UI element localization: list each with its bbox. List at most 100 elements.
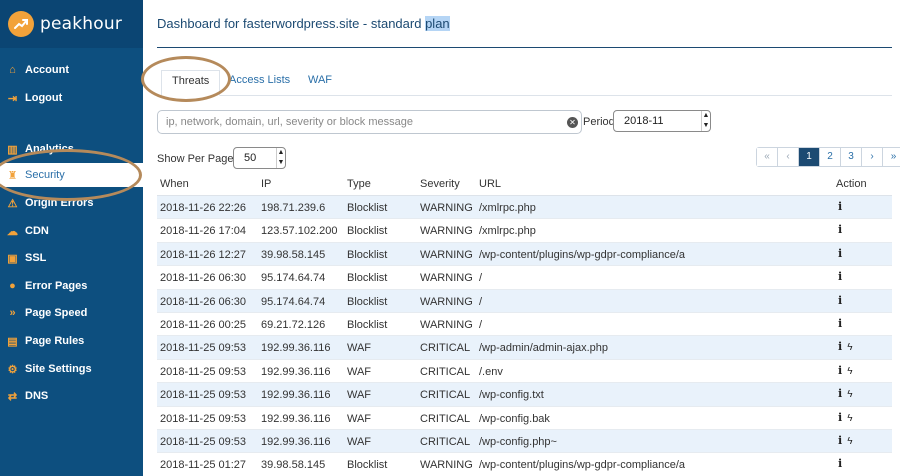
info-icon[interactable]: i [838, 247, 842, 260]
cell-ip: 192.99.36.116 [261, 412, 331, 425]
sidebar-item-security[interactable]: ♜ Security [0, 163, 143, 187]
shield-icon: ♜ [7, 169, 18, 182]
page-prev-button[interactable]: ‹ [778, 148, 799, 166]
sidebar-item-label: Site Settings [25, 363, 92, 375]
info-icon[interactable]: i [838, 340, 842, 353]
info-icon[interactable]: i [838, 457, 842, 470]
bolt-icon[interactable]: ϟ [847, 389, 852, 400]
sidebar-item-logout[interactable]: ⇥ Logout [0, 86, 143, 110]
cell-when: 2018-11-26 17:04 [160, 225, 247, 238]
cell-type: WAF [347, 435, 372, 448]
info-icon[interactable]: i [838, 387, 842, 400]
cell-severity: WARNING [420, 225, 473, 238]
bar-chart-icon: ▥ [7, 143, 18, 156]
select-arrows-icon: ▲ ▼ [276, 148, 285, 168]
cell-severity: WARNING [420, 272, 473, 285]
page-next-button[interactable]: › [862, 148, 883, 166]
sidebar-item-site-settings[interactable]: ⚙ Site Settings [0, 357, 143, 381]
sidebar-item-analytics[interactable]: ▥ Analytics [0, 137, 143, 161]
info-icon[interactable]: i [838, 317, 842, 330]
bolt-icon[interactable]: ϟ [847, 342, 852, 353]
info-icon[interactable]: i [838, 364, 842, 377]
info-icon[interactable]: i [838, 200, 842, 213]
info-icon[interactable]: i [838, 223, 842, 236]
tab-access-lists[interactable]: Access Lists [229, 70, 290, 96]
page-last-button[interactable]: » [883, 148, 900, 166]
sidebar-item-error-pages[interactable]: ● Error Pages [0, 274, 143, 298]
search-input[interactable] [157, 110, 582, 134]
cell-url: /wp-config.txt [479, 389, 544, 402]
cell-severity: WARNING [420, 295, 473, 308]
table-row: 2018-11-26 12:27 39.98.58.145 Blocklist WAR… [157, 242, 892, 267]
sidebar-item-origin-errors[interactable]: ⚠ Origin Errors [0, 191, 143, 215]
cell-severity: CRITICAL [420, 412, 471, 425]
cell-severity: WARNING [420, 202, 473, 214]
cell-when: 2018-11-26 06:30 [160, 295, 247, 308]
info-icon[interactable]: i [838, 434, 842, 447]
page-1-button[interactable]: 1 [799, 148, 820, 166]
table-row: 2018-11-26 06:30 95.174.64.74 Blocklist WAR… [157, 289, 892, 313]
row-actions: i [838, 317, 842, 330]
cell-ip: 123.57.102.200 [261, 225, 338, 238]
row-actions: i [838, 270, 842, 283]
sidebar-item-dns[interactable]: ⇄ DNS [0, 384, 143, 408]
sidebar-item-label: Logout [25, 92, 63, 104]
cell-url: / [479, 295, 483, 308]
info-icon[interactable]: i [838, 270, 842, 283]
sidebar-item-cdn[interactable]: ☁ CDN [0, 219, 143, 243]
logo[interactable]: peakhour [0, 0, 143, 48]
rules-icon: ▤ [7, 335, 18, 348]
cell-url: / [479, 318, 483, 331]
period-select[interactable]: 2018-11 ▲ ▼ [613, 110, 711, 132]
column-header-url[interactable]: URL [479, 178, 501, 190]
info-icon[interactable]: i [838, 411, 842, 424]
title-divider [157, 47, 892, 48]
cell-when: 2018-11-25 09:53 [160, 342, 247, 355]
column-header-when[interactable]: When [160, 178, 189, 190]
column-header-severity[interactable]: Severity [420, 178, 460, 190]
bolt-icon[interactable]: ϟ [847, 436, 852, 447]
sidebar-item-ssl[interactable]: ▣ SSL [0, 246, 143, 270]
per-page-label: Show Per Page: [157, 153, 237, 165]
shuffle-icon: ⇄ [7, 390, 18, 403]
cell-severity: CRITICAL [420, 342, 471, 355]
cell-ip: 39.98.58.145 [261, 459, 326, 472]
select-arrows-icon: ▲ ▼ [701, 111, 710, 131]
per-page-select[interactable]: 50 ▲ ▼ [233, 147, 286, 169]
column-header-ip[interactable]: IP [261, 178, 271, 190]
row-actions: iϟ [838, 340, 852, 353]
sidebar-item-page-rules[interactable]: ▤ Page Rules [0, 329, 143, 353]
row-actions: iϟ [838, 364, 852, 377]
bolt-icon[interactable]: ϟ [847, 413, 852, 424]
cell-severity: CRITICAL [420, 365, 471, 378]
sidebar-item-page-speed[interactable]: » Page Speed [0, 301, 143, 325]
tab-threats[interactable]: Threats [161, 70, 221, 96]
cell-type: WAF [347, 365, 372, 378]
cell-url: /.env [479, 365, 503, 378]
table-header: When IP Type Severity URL Action [157, 172, 892, 196]
cell-when: 2018-11-26 22:26 [160, 202, 247, 214]
cell-when: 2018-11-26 12:27 [160, 248, 247, 261]
info-icon[interactable]: i [838, 294, 842, 307]
clear-search-icon[interactable]: ✕ [567, 117, 578, 128]
column-header-type[interactable]: Type [347, 178, 371, 190]
cell-when: 2018-11-25 09:53 [160, 435, 247, 448]
cell-ip: 192.99.36.116 [261, 365, 331, 378]
cell-url: /xmlrpc.php [479, 202, 536, 214]
cell-when: 2018-11-25 09:53 [160, 389, 247, 402]
cell-type: Blocklist [347, 272, 388, 285]
sidebar-item-account[interactable]: ⌂ Account [0, 58, 143, 82]
cell-when: 2018-11-26 06:30 [160, 272, 247, 285]
cell-severity: CRITICAL [420, 389, 471, 402]
per-page-select-value: 50 [244, 152, 257, 164]
tab-waf[interactable]: WAF [308, 70, 332, 96]
page-3-button[interactable]: 3 [841, 148, 862, 166]
cell-ip: 95.174.64.74 [261, 272, 326, 285]
cell-type: WAF [347, 389, 372, 402]
page-2-button[interactable]: 2 [820, 148, 841, 166]
page-first-button[interactable]: « [757, 148, 778, 166]
bolt-icon[interactable]: ϟ [847, 366, 852, 377]
cell-ip: 69.21.72.126 [261, 318, 326, 331]
row-actions: iϟ [838, 387, 852, 400]
cell-severity: WARNING [420, 318, 473, 331]
